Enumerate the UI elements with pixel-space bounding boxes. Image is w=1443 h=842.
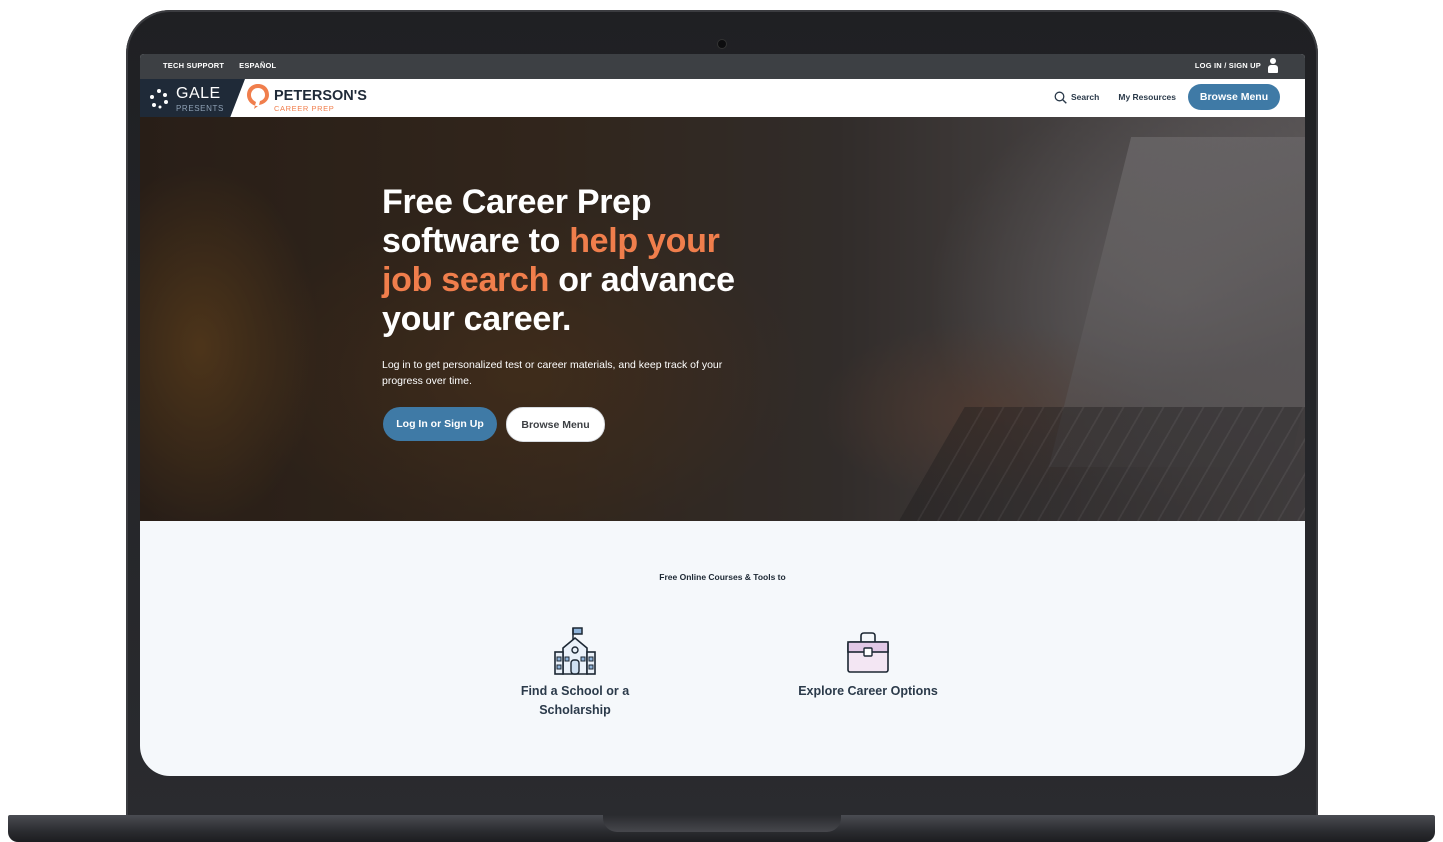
hero-buttons: Log In or Sign Up Browse Menu	[383, 407, 605, 442]
login-signup-label[interactable]: LOG IN / SIGN UP	[1195, 61, 1261, 70]
utility-bar: TECH SUPPORT ESPAÑOL LOG IN / SIGN UP	[140, 54, 1305, 79]
gale-logo[interactable]: GALE PRESENTS	[140, 79, 245, 117]
petersons-logo-icon[interactable]	[247, 83, 269, 109]
briefcase-icon	[847, 632, 889, 673]
my-resources-link[interactable]: My Resources	[1118, 92, 1176, 102]
espanol-link[interactable]: ESPAÑOL	[239, 61, 276, 70]
gale-presents: PRESENTS	[176, 104, 224, 113]
explore-career-card[interactable]: Explore Career Options	[798, 626, 938, 701]
tech-support-link[interactable]: TECH SUPPORT	[163, 61, 224, 70]
find-school-card[interactable]: Find a School or a Scholarship	[505, 626, 645, 720]
hero-browse-menu-button[interactable]: Browse Menu	[506, 407, 605, 442]
user-icon[interactable]	[1268, 58, 1278, 73]
search-label: Search	[1071, 92, 1100, 102]
tools-heading: Free Online Courses & Tools to	[659, 572, 786, 582]
hero-title: Free Career Prep software to help your j…	[382, 183, 762, 339]
find-school-label: Find a School or a Scholarship	[520, 684, 630, 717]
browser-screen: TECH SUPPORT ESPAÑOL LOG IN / SIGN UP GA…	[140, 54, 1305, 776]
gale-name: GALE	[176, 85, 221, 102]
petersons-sub: CAREER PREP	[274, 104, 335, 113]
site-header: GALE PRESENTS PETERSON'S CAREER PREP Sea…	[140, 79, 1305, 118]
laptop-notch	[603, 815, 841, 832]
webcam-icon	[718, 40, 726, 48]
explore-career-label: Explore Career Options	[798, 684, 938, 698]
school-icon	[554, 627, 596, 675]
login-signup-link[interactable]: LOG IN / SIGN UP	[1195, 58, 1278, 73]
hero-banner: Free Career Prep software to help your j…	[140, 117, 1305, 521]
header-nav: Search My Resources Browse Menu	[1054, 84, 1280, 110]
login-signup-button[interactable]: Log In or Sign Up	[383, 407, 497, 441]
search-icon	[1054, 91, 1067, 104]
petersons-name[interactable]: PETERSON'S	[274, 88, 367, 104]
gale-dots-icon	[150, 89, 168, 109]
search-link[interactable]: Search	[1054, 91, 1099, 104]
browse-menu-button[interactable]: Browse Menu	[1188, 84, 1280, 110]
hero-subtitle: Log in to get personalized test or caree…	[382, 359, 723, 387]
